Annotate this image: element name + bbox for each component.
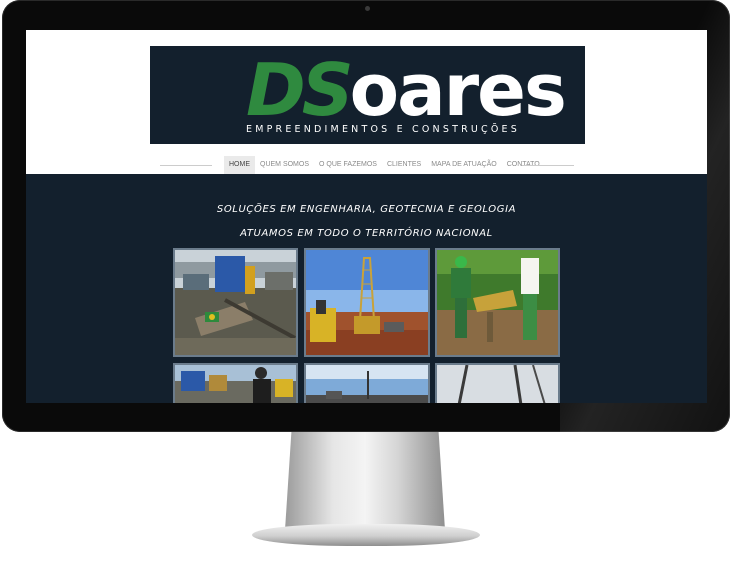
monitor-frame: DSoares EMPREENDIMENTOS E CONSTRUÇÕES HO… [2, 0, 730, 432]
photo-drilling-rig-equipment [175, 250, 296, 355]
logo-ds: DS [246, 48, 354, 132]
logo-oares: oares [349, 48, 567, 132]
gallery-photo-1[interactable] [173, 248, 298, 357]
nav-item-mapa-de-atuacao[interactable]: MAPA DE ATUAÇÃO [426, 156, 501, 174]
main-content: SOLUÇÕES EM ENGENHARIA, GEOTECNIA E GEOL… [26, 174, 707, 403]
nav-divider-right [522, 165, 574, 166]
nav-divider-left [160, 165, 212, 166]
monitor-stand-base [252, 524, 480, 546]
gallery-photo-5[interactable] [304, 363, 430, 403]
site-logo[interactable]: DSoares EMPREENDIMENTOS E CONSTRUÇÕES [150, 46, 585, 144]
headline-coverage: ATUAMOS EM TODO O TERRITÓRIO NACIONAL [240, 228, 493, 239]
logo-wordmark: DSoares [246, 48, 567, 132]
photo-worker-site [175, 365, 296, 403]
photo-sky-rig [306, 365, 428, 403]
photo-field-workers [437, 250, 558, 355]
nav-item-o-que-fazemos[interactable]: O QUE FAZEMOS [314, 156, 382, 174]
gallery-photo-4[interactable] [173, 363, 298, 403]
nav-items: HOME QUEM SOMOS O QUE FAZEMOS CLIENTES M… [224, 156, 545, 174]
main-nav: HOME QUEM SOMOS O QUE FAZEMOS CLIENTES M… [26, 156, 707, 174]
website-screen: DSoares EMPREENDIMENTOS E CONSTRUÇÕES HO… [26, 30, 707, 403]
monitor-stand-neck [285, 432, 445, 530]
nav-item-home[interactable]: HOME [224, 156, 255, 174]
gallery-photo-2[interactable] [304, 248, 430, 357]
photo-drill-tower [306, 250, 428, 355]
photo-drill-pipes [437, 365, 558, 403]
logo-tagline: EMPREENDIMENTOS E CONSTRUÇÕES [246, 124, 520, 135]
headline-services: SOLUÇÕES EM ENGENHARIA, GEOTECNIA E GEOL… [216, 204, 517, 215]
gallery-photo-3[interactable] [435, 248, 560, 357]
webcam-icon [365, 6, 370, 11]
nav-item-clientes[interactable]: CLIENTES [382, 156, 426, 174]
gallery-photo-6[interactable] [435, 363, 560, 403]
nav-item-quem-somos[interactable]: QUEM SOMOS [255, 156, 314, 174]
